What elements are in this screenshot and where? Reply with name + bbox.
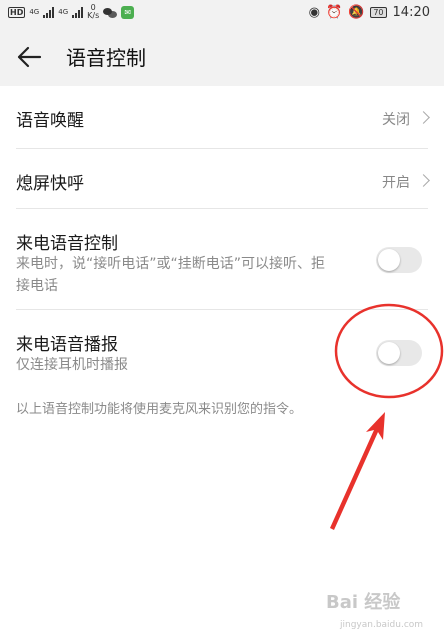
footnote: 以上语音控制功能将使用麦克风来识别您的指令。 [16, 402, 303, 417]
message-icon: ✉ [121, 5, 135, 19]
network-speed: 0 K/s [87, 4, 99, 20]
status-bar: HD 4G 4G 0 K/s ✉ ◉ ⏰ 🔕 70 14:20 [0, 0, 444, 26]
watermark: Bai 经验 [326, 592, 401, 613]
incoming-call-voice-control-toggle[interactable] [376, 247, 422, 273]
signal-icon [72, 6, 84, 18]
toggle-knob [378, 342, 400, 364]
setting-screen-off-quick-call[interactable]: 熄屏快呼 开启 [0, 149, 444, 209]
signal-icon [43, 6, 55, 18]
setting-label: 来电语音控制 [16, 234, 118, 254]
app-header: 语音控制 [0, 26, 444, 86]
setting-label: 熄屏快呼 [16, 174, 84, 194]
toggle-knob [378, 249, 400, 271]
setting-description: 仅连接耳机时播报 [16, 357, 128, 373]
arrow-left-icon[interactable] [16, 44, 42, 70]
setting-voice-wakeup[interactable]: 语音唤醒 关闭 [0, 86, 444, 148]
setting-value: 关闭 [382, 112, 410, 128]
page-title: 语音控制 [66, 46, 146, 70]
signal-label-1: 4G [29, 8, 40, 16]
watermark-sub: jingyan.baidu.com [340, 620, 424, 630]
setting-description: 来电时，说“接听电话”或“挂断电话”可以接听、拒接电话 [16, 256, 326, 294]
eye-icon: ◉ [308, 5, 320, 20]
alarm-icon: ⏰ [325, 5, 343, 20]
chevron-right-icon [417, 111, 430, 124]
status-left-icons: HD 4G 4G 0 K/s ✉ [8, 4, 135, 20]
setting-label: 来电语音播报 [16, 335, 118, 355]
mute-icon: 🔕 [348, 5, 365, 20]
clock: 14:20 [392, 5, 430, 20]
annotation-arrow [330, 412, 385, 530]
status-right-icons: ◉ ⏰ 🔕 70 14:20 [309, 5, 430, 20]
signal-label-2: 4G [58, 8, 69, 16]
wechat-icon [103, 7, 118, 18]
setting-incoming-call-voice-control[interactable]: 来电语音控制 来电时，说“接听电话”或“挂断电话”可以接听、拒接电话 [0, 209, 444, 309]
setting-incoming-call-announcement[interactable]: 来电语音播报 仅连接耳机时播报 [0, 310, 444, 386]
speed-unit: K/s [87, 11, 100, 20]
battery-icon: 70 [370, 7, 387, 18]
setting-value: 开启 [382, 175, 410, 191]
hd-icon: HD [8, 6, 26, 18]
setting-label: 语音唤醒 [16, 111, 84, 131]
incoming-call-announcement-toggle[interactable] [376, 340, 422, 366]
chevron-right-icon [417, 174, 430, 187]
